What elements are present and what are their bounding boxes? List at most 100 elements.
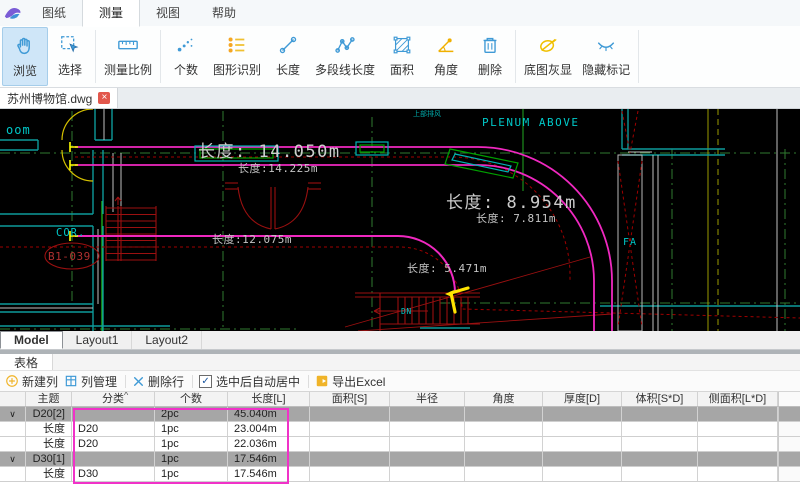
toolbar-item-2[interactable]: 删除行 <box>132 373 184 390</box>
table-row-0[interactable]: ∨D20[2]2pc45.040m <box>0 407 800 422</box>
cell-4-2: 1pc <box>155 467 228 481</box>
column-header-5[interactable]: 面积[S] <box>310 392 390 406</box>
table-row-3[interactable]: ∨D30[1]1pc17.546m <box>0 452 800 467</box>
polyline-length-icon <box>334 32 356 58</box>
column-header-4[interactable]: 长度[L] <box>228 392 310 406</box>
cell-0-1 <box>72 407 155 421</box>
cell-3-6 <box>465 452 543 466</box>
ribbon-button-length-line[interactable]: 长度 <box>266 27 310 86</box>
ribbon-button-hide-marks[interactable]: 隐藏标记 <box>577 27 635 86</box>
room-label: oom <box>6 123 31 137</box>
cell-2-3: 22.036m <box>228 437 310 451</box>
table-scroll-gutter[interactable] <box>778 437 800 451</box>
column-header-3[interactable]: 个数 <box>155 392 228 406</box>
cell-3-7 <box>543 452 622 466</box>
document-tab[interactable]: 苏州博物馆.dwg× <box>0 88 118 108</box>
ribbon-button-label: 测量比例 <box>104 61 152 78</box>
cell-4-8 <box>622 467 698 481</box>
cell-4-3: 17.546m <box>228 467 310 481</box>
cor-label: COR. <box>56 227 85 239</box>
layout-tab-layout1[interactable]: Layout1 <box>63 331 133 349</box>
table-scroll-gutter[interactable] <box>778 407 800 421</box>
column-header-6[interactable]: 半径 <box>390 392 465 406</box>
column-header-2[interactable]: 分类^ <box>72 392 155 406</box>
column-header-9[interactable]: 体积[S*D] <box>622 392 698 406</box>
cell-2-0: 长度 <box>26 437 72 451</box>
table-scroll-gutter[interactable] <box>778 392 800 406</box>
auto-center-checkbox[interactable]: ✓ <box>199 375 212 388</box>
ribbon-button-label: 长度 <box>276 61 300 78</box>
column-header-10[interactable]: 侧面积[L*D] <box>698 392 778 406</box>
cell-0-0: D20[2] <box>26 407 72 421</box>
toolbar-item-1[interactable]: 列管理 <box>64 373 117 390</box>
toolbar-item-4[interactable]: 导出Excel <box>315 373 385 390</box>
cell-1-0: 长度 <box>26 422 72 436</box>
cell-1-3: 23.004m <box>228 422 310 436</box>
column-header-8[interactable]: 厚度[D] <box>543 392 622 406</box>
ribbon-button-area-hatch[interactable]: 面积 <box>380 27 424 86</box>
toolbar-item-3[interactable]: ✓选中后自动居中 <box>199 373 300 390</box>
cell-4-7 <box>543 467 622 481</box>
layout-tab-layout2[interactable]: Layout2 <box>132 331 202 349</box>
measurement-label-1: 长度:14.225m <box>238 161 318 175</box>
cell-2-7 <box>543 437 622 451</box>
table-scroll-gutter[interactable] <box>778 422 800 436</box>
column-header-7[interactable]: 角度 <box>465 392 543 406</box>
cell-1-1: D20 <box>72 422 155 436</box>
sort-indicator-icon: ^ <box>124 392 128 403</box>
cell-0-3: 45.040m <box>228 407 310 421</box>
layout-tab-model[interactable]: Model <box>0 331 63 349</box>
close-tab-icon[interactable]: × <box>98 92 110 104</box>
ribbon-button-basemap-gray[interactable]: 底图灰显 <box>519 27 577 86</box>
plenum-label: PLENUM ABOVE <box>482 116 579 129</box>
table-row-1[interactable]: 长度D201pc23.004m <box>0 422 800 437</box>
app-logo-icon[interactable] <box>0 2 26 26</box>
table-row-4[interactable]: 长度D301pc17.546m <box>0 467 800 482</box>
table-toolbar: 新建列列管理 删除行 ✓选中后自动居中导出Excel <box>0 371 800 392</box>
excel-icon <box>315 374 329 388</box>
table-row-2[interactable]: 长度D201pc22.036m <box>0 437 800 452</box>
length-line-icon <box>277 32 299 58</box>
menu-tab-measure[interactable]: 测量 <box>82 0 140 27</box>
cell-4-9 <box>698 467 778 481</box>
ribbon-button-angle[interactable]: 角度 <box>424 27 468 86</box>
toolbar-separator <box>308 375 309 388</box>
ribbon-button-ruler[interactable]: 测量比例 <box>99 27 157 86</box>
ribbon-button-hand[interactable]: 浏览 <box>2 27 48 86</box>
cell-1-9 <box>698 422 778 436</box>
cell-2-6 <box>465 437 543 451</box>
row-expander-icon[interactable]: ∨ <box>0 407 26 421</box>
ribbon-button-select-cursor[interactable]: 选择 <box>48 27 92 86</box>
ribbon-group-separator <box>160 30 161 83</box>
x-icon <box>132 375 145 388</box>
cell-2-5 <box>390 437 465 451</box>
ribbon-button-count-dots[interactable]: 个数 <box>164 27 208 86</box>
cad-viewport[interactable]: oomCOR.B1-039PLENUM ABOVEFADN上部排风长度: 14.… <box>0 109 800 331</box>
plus-circle-icon <box>5 374 19 388</box>
column-header-1[interactable]: 主题 <box>26 392 72 406</box>
cell-1-8 <box>622 422 698 436</box>
toolbar-separator <box>125 375 126 388</box>
table-scroll-gutter[interactable] <box>778 452 800 466</box>
cell-3-2: 1pc <box>155 452 228 466</box>
select-cursor-icon <box>59 32 81 58</box>
row-expander-icon <box>0 467 26 481</box>
table-scroll-gutter[interactable] <box>778 467 800 481</box>
cell-2-4 <box>310 437 390 451</box>
cell-1-5 <box>390 422 465 436</box>
ribbon-group-separator <box>515 30 516 83</box>
table-panel-tab[interactable]: 表格 <box>0 354 53 370</box>
ribbon-button-label: 角度 <box>434 61 458 78</box>
menu-tab-view[interactable]: 视图 <box>140 0 196 26</box>
menu-tab-drawing[interactable]: 图纸 <box>26 0 82 26</box>
cell-2-1: D20 <box>72 437 155 451</box>
toolbar-item-0[interactable]: 新建列 <box>5 373 58 390</box>
menu-tab-help[interactable]: 帮助 <box>196 0 252 26</box>
row-expander-icon[interactable]: ∨ <box>0 452 26 466</box>
cell-2-8 <box>622 437 698 451</box>
ribbon-button-polyline-length[interactable]: 多段线长度 <box>310 27 380 86</box>
toolbar-item-label: 删除行 <box>148 373 184 390</box>
document-tab-bar: 苏州博物馆.dwg× <box>0 88 800 109</box>
ribbon-button-shape-recognition[interactable]: 图形识别 <box>208 27 266 86</box>
ribbon-button-trash[interactable]: 删除 <box>468 27 512 86</box>
